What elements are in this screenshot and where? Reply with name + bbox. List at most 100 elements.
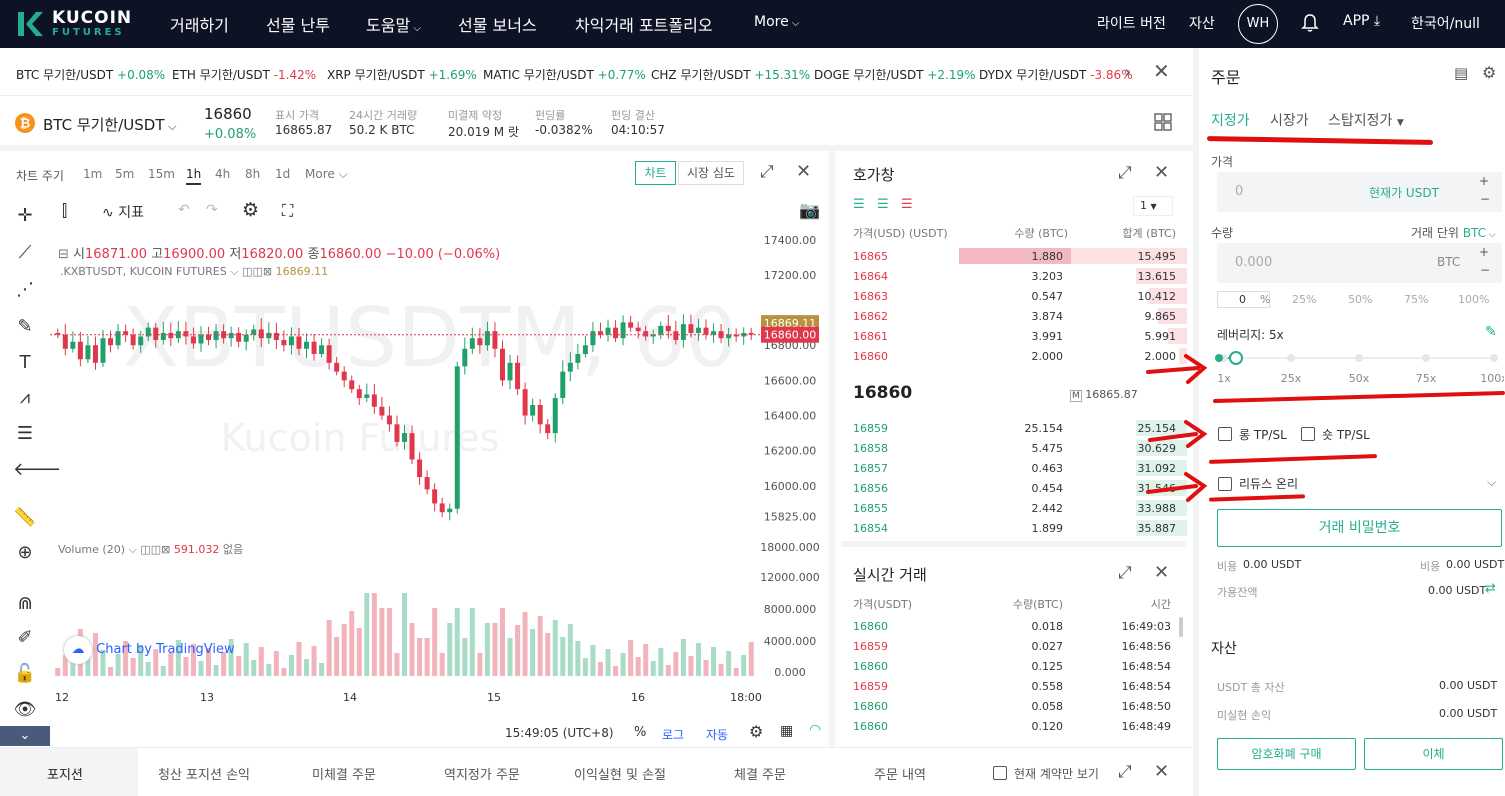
- minus-icon[interactable]: −: [1480, 192, 1490, 206]
- interval-more[interactable]: More ⌵: [305, 167, 348, 182]
- tab-chart[interactable]: 차트: [635, 161, 676, 185]
- orderbook-row[interactable]: 16862 3.874 9.865: [841, 306, 1187, 326]
- pct-25[interactable]: 25%: [1292, 293, 1316, 306]
- orderbook-row[interactable]: 16863 0.547 10.412: [841, 286, 1187, 306]
- transfer-icon[interactable]: ⇄: [1485, 581, 1496, 596]
- ticker-item[interactable]: BTC 무기한/USDT +0.08%: [16, 66, 165, 83]
- close-icon[interactable]: ✕: [1154, 562, 1169, 583]
- tab-order-history[interactable]: 주문 내역: [874, 764, 926, 783]
- lock-drawing-icon[interactable]: ✐: [13, 626, 37, 650]
- plus-icon[interactable]: +: [1479, 174, 1489, 188]
- tab-market-depth[interactable]: 시장 심도: [678, 161, 744, 185]
- tab-limit-order[interactable]: 지정가: [1211, 110, 1250, 130]
- slider-stop[interactable]: [1287, 354, 1295, 362]
- buy-crypto-button[interactable]: 암호화폐 구매: [1217, 738, 1356, 770]
- nav-futures-bonus[interactable]: 선물 보너스: [458, 12, 537, 36]
- ticker-item[interactable]: ETH 무기한/USDT -1.42%: [172, 66, 316, 83]
- orderbook-row[interactable]: 16864 3.203 13.615: [841, 266, 1187, 286]
- calendar-icon[interactable]: ▦: [780, 723, 793, 739]
- interval-1d[interactable]: 1d: [275, 167, 290, 181]
- crosshair-icon[interactable]: ✛: [13, 204, 37, 228]
- unlock-icon[interactable]: 🔓: [13, 662, 37, 686]
- tab-filled-orders[interactable]: 체결 주문: [734, 764, 786, 783]
- ticker-item[interactable]: DYDX 무기한/USDT -3.86%: [979, 66, 1133, 83]
- expand-icon[interactable]: ⤢: [1118, 563, 1132, 583]
- indicator-button[interactable]: ∿ 지표: [102, 202, 144, 222]
- chevron-right-icon[interactable]: ›: [1124, 62, 1131, 83]
- orderbook-row[interactable]: 16861 3.991 5.991: [841, 326, 1187, 346]
- ticker-item[interactable]: DOGE 무기한/USDT +2.19%: [814, 66, 976, 83]
- app-download[interactable]: APP ⤓: [1343, 13, 1380, 29]
- tab-stop-limit[interactable]: 스탑지정가 ▼: [1328, 110, 1404, 130]
- short-tpsl-checkbox[interactable]: [1301, 427, 1315, 441]
- kucoin-logo[interactable]: KUCOIN FUTURES: [14, 6, 144, 42]
- leverage-slider[interactable]: 1x25x50x75x100x: [1214, 348, 1504, 388]
- zoom-in-icon[interactable]: ⊕: [13, 541, 37, 565]
- tab-open-orders[interactable]: 미체결 주문: [312, 764, 376, 783]
- orderbook-row[interactable]: 16854 1.899 35.887: [841, 518, 1187, 538]
- slider-stop[interactable]: [1490, 354, 1498, 362]
- plus-icon[interactable]: +: [1479, 245, 1489, 259]
- trading-password-button[interactable]: 거래 비밀번호: [1217, 509, 1502, 547]
- layout-grid-icon[interactable]: [1154, 113, 1172, 131]
- nav-more[interactable]: More ⌵: [754, 14, 799, 30]
- auto-toggle[interactable]: 자동: [706, 726, 728, 743]
- tab-stop-orders[interactable]: 역지정가 주문: [444, 764, 520, 783]
- trendline-icon[interactable]: ⟋: [13, 241, 37, 265]
- pair-selector[interactable]: BTC 무기한/USDT ⌵: [43, 114, 176, 135]
- qty-input[interactable]: 0.000 BTC + −: [1217, 243, 1502, 283]
- ticker-item[interactable]: XRP 무기한/USDT +1.69%: [327, 66, 477, 83]
- price-input[interactable]: 0 현재가 USDT + −: [1217, 172, 1502, 212]
- interval-1m[interactable]: 1m: [83, 167, 102, 181]
- orderbook-row[interactable]: 16859 25.154 25.154: [841, 418, 1187, 438]
- close-icon[interactable]: ✕: [1154, 761, 1169, 782]
- pct-75[interactable]: 75%: [1404, 293, 1428, 306]
- percent-toggle[interactable]: %: [634, 725, 646, 740]
- tradingview-badge[interactable]: ☁ Chart by TradingView: [64, 636, 235, 666]
- arrow-left-icon[interactable]: 🡐: [13, 458, 61, 482]
- only-current-checkbox[interactable]: [993, 766, 1007, 780]
- nav-futures-brawl[interactable]: 선물 난투: [266, 12, 330, 36]
- chevron-down-icon[interactable]: ⌵: [1487, 475, 1496, 490]
- nav-trade[interactable]: 거래하기: [170, 12, 229, 36]
- lite-version-link[interactable]: 라이트 버전: [1097, 13, 1166, 33]
- slider-handle[interactable]: [1229, 351, 1243, 365]
- avatar[interactable]: WH: [1238, 4, 1278, 44]
- nav-help[interactable]: 도움말 ⌵: [366, 12, 421, 36]
- unit-selector[interactable]: 거래 단위 BTC ⌵: [1411, 224, 1496, 241]
- brush-icon[interactable]: ✎: [13, 315, 37, 339]
- fib-tool-icon[interactable]: ⋰: [13, 278, 37, 302]
- trades-scrollbar[interactable]: [1179, 617, 1183, 637]
- language-selector[interactable]: 한국어/null: [1411, 13, 1480, 33]
- tab-positions[interactable]: 포지션: [47, 764, 83, 783]
- assets-link[interactable]: 자산: [1189, 13, 1215, 33]
- calculator-icon[interactable]: ▤: [1454, 64, 1468, 82]
- ruler-icon[interactable]: 📏: [13, 506, 37, 530]
- undo-icon[interactable]: ↶: [178, 202, 190, 218]
- camera-icon[interactable]: 📷: [799, 201, 820, 221]
- interval-15m[interactable]: 15m: [148, 167, 175, 181]
- interval-8h[interactable]: 8h: [245, 167, 260, 181]
- interval-4h[interactable]: 4h: [215, 167, 230, 181]
- orderbook-row[interactable]: 16857 0.463 31.092: [841, 458, 1187, 478]
- tab-tp-sl[interactable]: 이익실현 및 손절: [574, 764, 666, 783]
- tab-closed-pnl[interactable]: 청산 포지션 손익: [158, 764, 250, 783]
- interval-1h[interactable]: 1h: [186, 167, 202, 185]
- text-tool-icon[interactable]: T: [13, 351, 37, 375]
- view-bids-icon[interactable]: ☰: [877, 197, 889, 212]
- expand-icon[interactable]: ⤢: [760, 162, 774, 182]
- group-select[interactable]: 1 ▼: [1133, 196, 1173, 216]
- edit-icon[interactable]: ✎: [1485, 324, 1497, 340]
- orderbook-row[interactable]: 16855 2.442 33.988: [841, 498, 1187, 518]
- chart-settings-icon[interactable]: ⚙: [749, 722, 763, 741]
- reduce-only-checkbox[interactable]: [1218, 477, 1232, 491]
- ticker-item[interactable]: CHZ 무기한/USDT +15.31%: [651, 66, 810, 83]
- eye-icon[interactable]: 👁: [13, 698, 37, 722]
- orderbook-row[interactable]: 16860 2.000 2.000: [841, 346, 1187, 366]
- long-tpsl-checkbox[interactable]: [1218, 427, 1232, 441]
- close-ticker-icon[interactable]: ✕: [1153, 59, 1170, 83]
- orderbook-row[interactable]: 16858 5.475 30.629: [841, 438, 1187, 458]
- view-asks-icon[interactable]: ☰: [901, 197, 913, 212]
- settings-gear-icon[interactable]: ⚙: [242, 199, 259, 221]
- pattern-icon[interactable]: ⩘: [13, 386, 37, 410]
